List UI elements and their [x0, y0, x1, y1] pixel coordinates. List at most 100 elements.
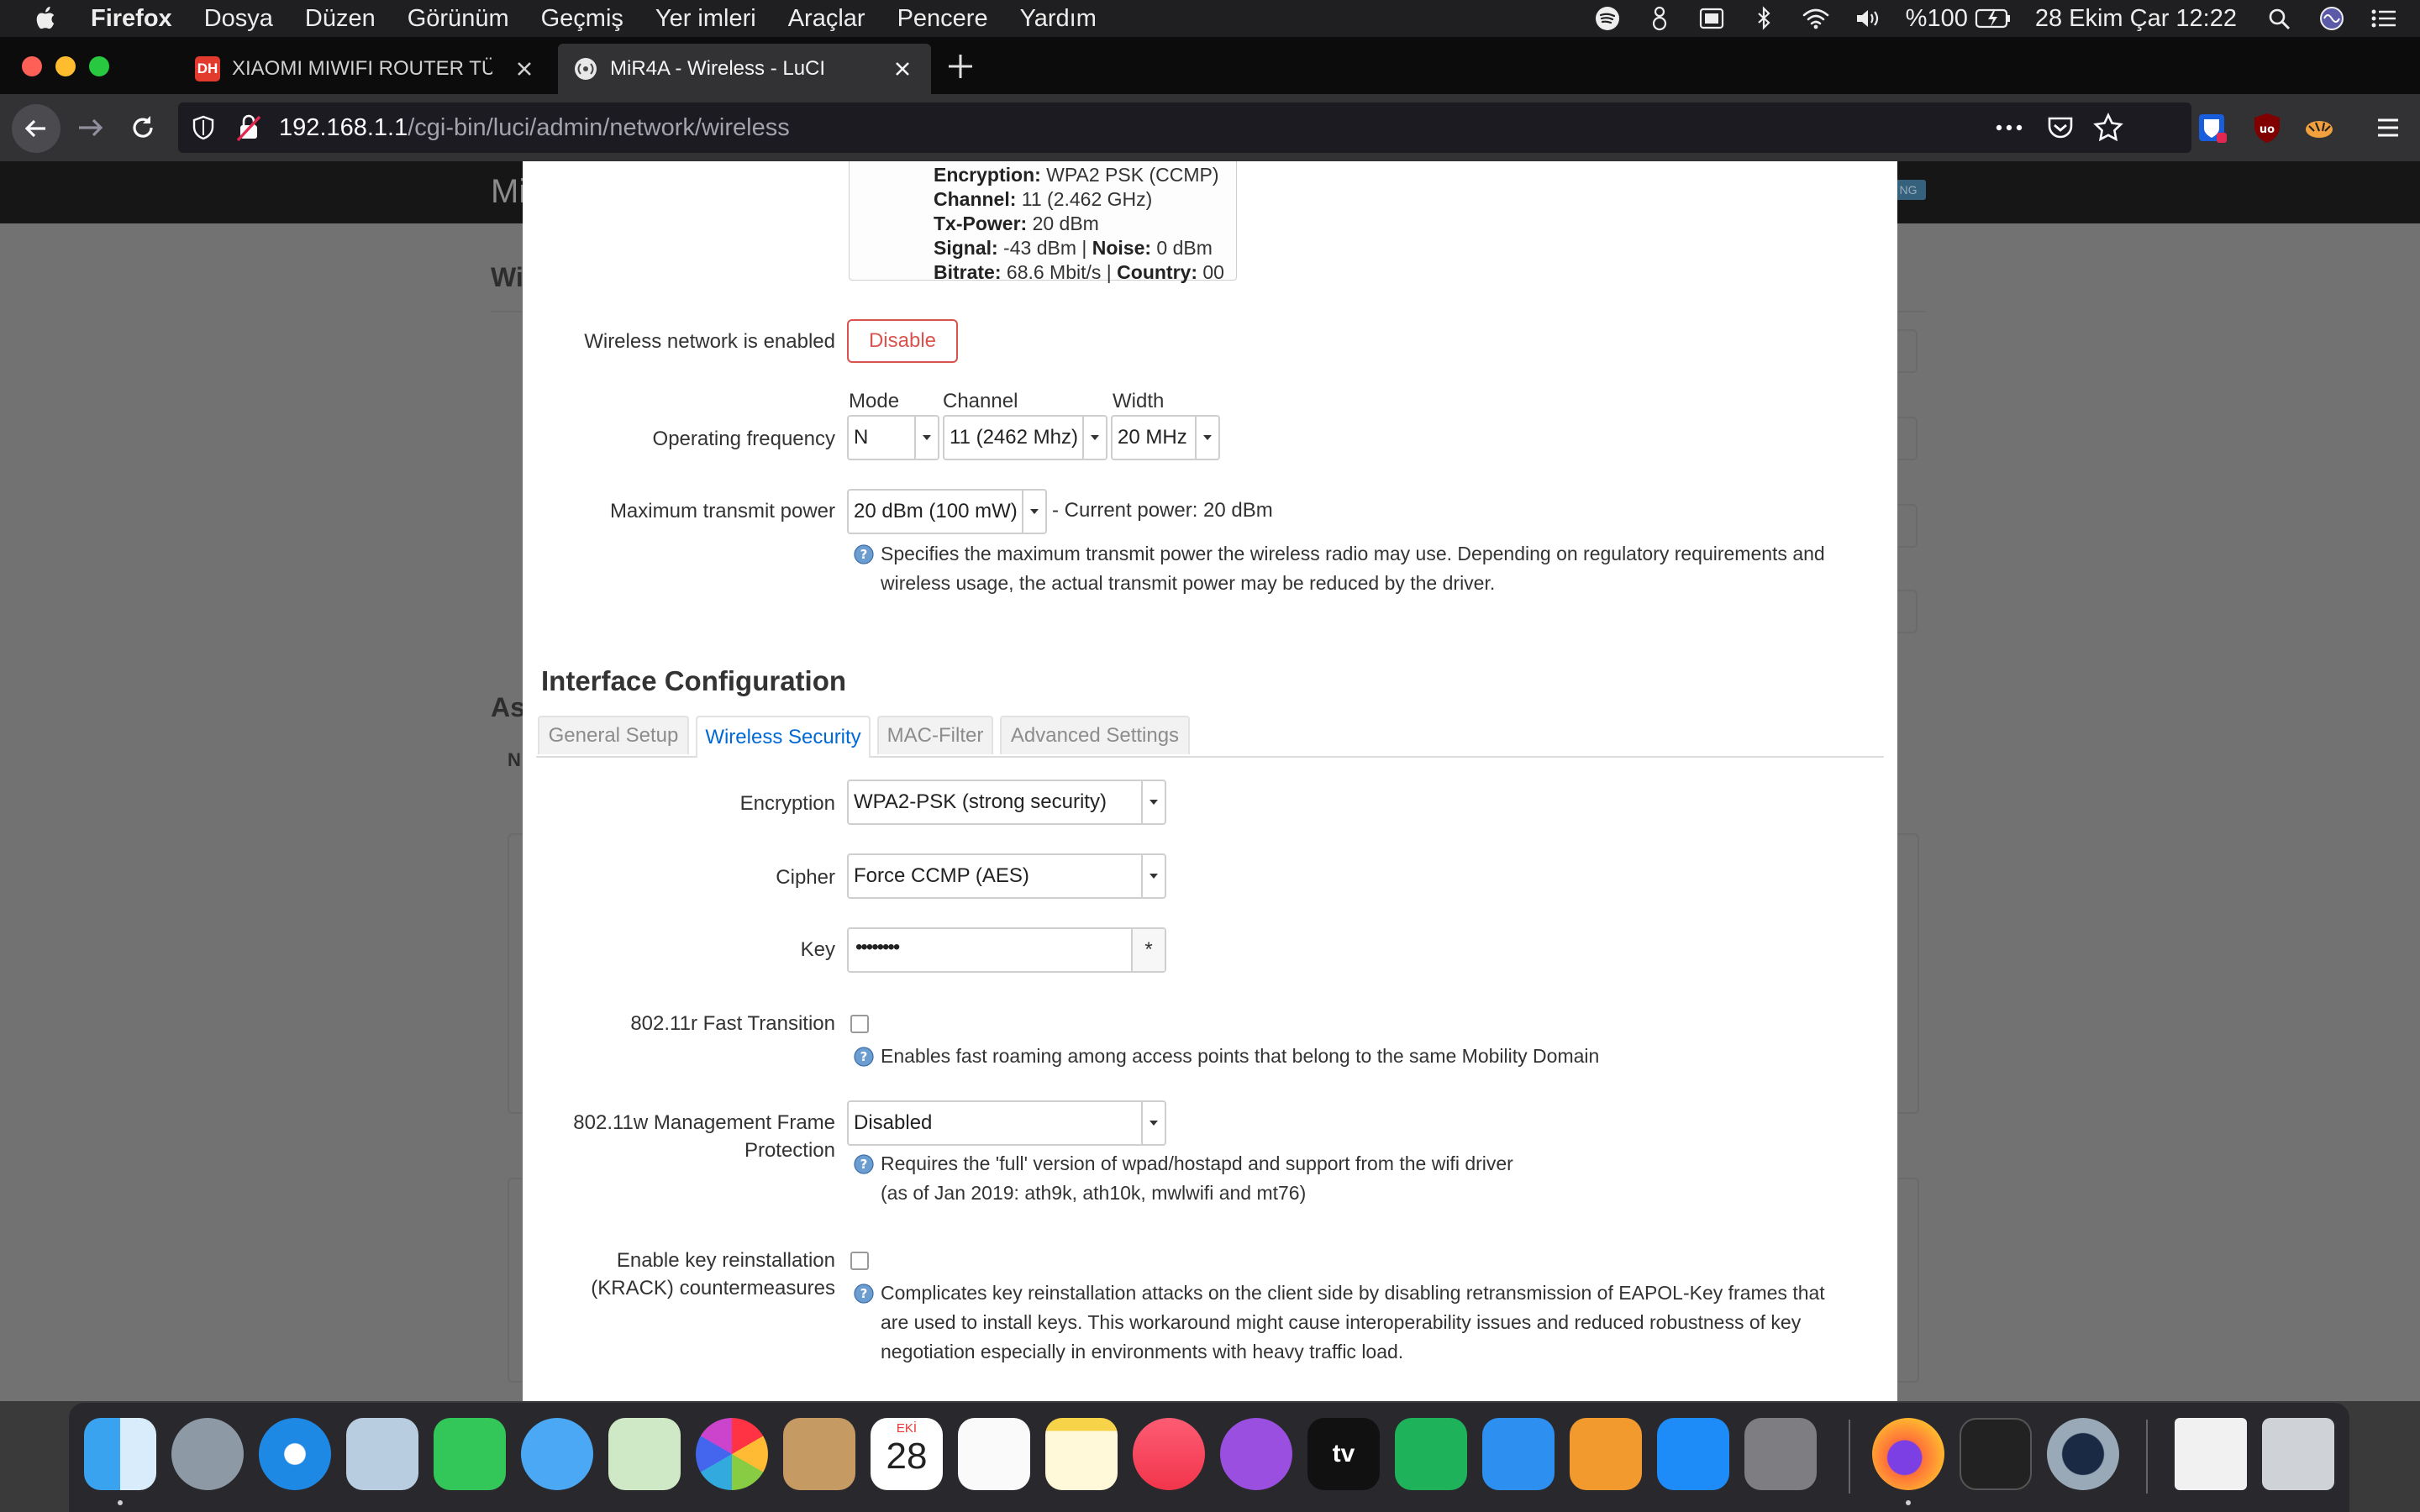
tab-advanced-settings[interactable]: Advanced Settings — [1000, 716, 1190, 754]
chevron-down-icon — [914, 417, 938, 459]
photos-icon[interactable] — [696, 1418, 768, 1490]
music-icon[interactable] — [1133, 1418, 1205, 1490]
reveal-password-button[interactable]: * — [1131, 929, 1165, 971]
channel-select[interactable]: 11 (2462 Mhz) — [943, 415, 1107, 460]
zoom-window-button[interactable] — [89, 56, 109, 76]
keynote-icon[interactable] — [1482, 1418, 1555, 1490]
address-bar[interactable]: 192.168.1.1/cgi-bin/luci/admin/network/w… — [178, 102, 2191, 153]
width-select[interactable]: 20 MHz — [1111, 415, 1220, 460]
maps-icon[interactable] — [608, 1418, 681, 1490]
menu-gecmis[interactable]: Geçmiş — [541, 5, 623, 33]
bookmark-star-icon[interactable] — [2092, 112, 2124, 144]
menu-gorunum[interactable]: Görünüm — [408, 5, 509, 33]
tab-mac-filter[interactable]: MAC-Filter — [877, 716, 993, 754]
siri-icon[interactable] — [2317, 6, 2346, 31]
channel-select-value: 11 (2462 Mhz) — [950, 426, 1078, 449]
cipher-select[interactable]: Force CCMP (AES) — [847, 853, 1166, 899]
quicktime-icon[interactable] — [2047, 1418, 2119, 1490]
mode-select[interactable]: N — [847, 415, 939, 460]
browser-tab-luci[interactable]: MiR4A - Wireless - LuCI — [558, 44, 931, 94]
status-signal: Signal: -43 dBm | Noise: 0 dBm — [934, 237, 1213, 259]
launchpad-icon[interactable] — [171, 1418, 244, 1490]
mfp-label-line: Protection — [744, 1139, 835, 1162]
svg-text:?: ? — [860, 1049, 868, 1064]
disable-wireless-button[interactable]: Disable — [847, 319, 958, 363]
bitwarden-extension-icon[interactable] — [2195, 111, 2228, 144]
tab-wireless-security[interactable]: Wireless Security — [696, 716, 871, 758]
contacts-icon[interactable] — [783, 1418, 855, 1490]
back-button[interactable] — [12, 104, 60, 153]
page-actions-menu-icon[interactable] — [1995, 118, 2023, 138]
krack-countermeasures-checkbox[interactable] — [850, 1252, 869, 1270]
encryption-select[interactable]: WPA2-PSK (strong security) — [847, 780, 1166, 825]
wifi-icon[interactable] — [1802, 6, 1830, 31]
extension-tiger-icon[interactable] — [2302, 111, 2336, 144]
fast-transition-label: 802.11r Fast Transition — [630, 1012, 835, 1035]
menu-duzen[interactable]: Düzen — [305, 5, 376, 33]
messages-icon[interactable] — [521, 1418, 593, 1490]
menu-dosya[interactable]: Dosya — [204, 5, 273, 33]
finder-icon[interactable] — [84, 1418, 156, 1490]
volume-icon[interactable] — [1854, 6, 1882, 31]
luci-brand: Mi — [491, 173, 527, 210]
key-input-value[interactable]: •••••••• — [855, 936, 900, 959]
safari-icon[interactable] — [259, 1418, 331, 1490]
browser-tab-xiaomi[interactable]: DH XIAOMI MIWIFI ROUTER TÜM M — [180, 44, 553, 94]
menu-araclar[interactable]: Araçlar — [788, 5, 865, 33]
close-tab-icon[interactable] — [511, 55, 538, 82]
donanimhaber-favicon-icon: DH — [195, 56, 220, 81]
pages-icon[interactable] — [1570, 1418, 1642, 1490]
terminal-icon[interactable] — [1960, 1418, 2032, 1490]
datetime[interactable]: 28 Ekim Çar 12:22 — [2035, 5, 2237, 33]
txpower-select[interactable]: 20 dBm (100 mW) — [847, 489, 1047, 534]
reminders-icon[interactable] — [958, 1418, 1030, 1490]
bartender-icon[interactable] — [1645, 6, 1674, 31]
mode-select-value: N — [854, 426, 869, 449]
insecure-lock-icon[interactable] — [235, 113, 262, 142]
battery-icon[interactable] — [1975, 6, 2012, 31]
apple-logo-icon[interactable] — [34, 6, 57, 31]
browser-toolbar: 192.168.1.1/cgi-bin/luci/admin/network/w… — [0, 94, 2420, 161]
mgmt-frame-protection-select[interactable]: Disabled — [847, 1100, 1166, 1146]
facetime-icon[interactable] — [434, 1418, 506, 1490]
spotlight-search-icon[interactable] — [2265, 6, 2294, 31]
notes-icon[interactable] — [1045, 1418, 1118, 1490]
ublock-origin-icon[interactable]: uo — [2250, 111, 2284, 144]
calendar-icon[interactable]: EKİ 28 — [871, 1418, 943, 1490]
notification-center-icon[interactable] — [2370, 6, 2398, 31]
menu-yardim[interactable]: Yardım — [1020, 5, 1097, 33]
menu-pencere[interactable]: Pencere — [897, 5, 988, 33]
menu-bar: Firefox Dosya Düzen Görünüm Geçmiş Yer i… — [0, 0, 2420, 37]
new-tab-icon[interactable] — [944, 50, 976, 82]
bluetooth-icon[interactable] — [1749, 6, 1778, 31]
tab-general-setup[interactable]: General Setup — [538, 716, 689, 754]
preview-icon[interactable] — [346, 1418, 418, 1490]
hamburger-menu-icon[interactable] — [2371, 111, 2405, 144]
system-preferences-icon[interactable] — [1744, 1418, 1817, 1490]
pocket-icon[interactable] — [2045, 113, 2075, 143]
documents-folder-icon[interactable] — [2175, 1418, 2247, 1490]
app-store-icon[interactable] — [1657, 1418, 1729, 1490]
forward-arrow-icon[interactable] — [72, 109, 109, 146]
help-icon: ? — [854, 1047, 874, 1067]
mfp-select-value: Disabled — [854, 1111, 933, 1134]
trash-icon[interactable] — [2262, 1418, 2334, 1490]
close-window-button[interactable] — [22, 56, 42, 76]
menu-yer-imleri[interactable]: Yer imleri — [655, 5, 756, 33]
tracking-protection-shield-icon[interactable] — [190, 114, 217, 141]
key-password-field[interactable]: •••••••• * — [847, 927, 1166, 973]
podcasts-icon[interactable] — [1220, 1418, 1292, 1490]
minimize-window-button[interactable] — [55, 56, 76, 76]
menu-app-firefox[interactable]: Firefox — [91, 5, 172, 33]
numbers-icon[interactable] — [1395, 1418, 1467, 1490]
display-icon[interactable] — [1697, 6, 1726, 31]
firefox-icon[interactable] — [1872, 1418, 1944, 1490]
reload-icon[interactable] — [124, 109, 161, 146]
spotify-icon[interactable] — [1593, 6, 1622, 31]
apple-tv-icon[interactable]: tv — [1307, 1418, 1380, 1490]
close-tab-icon[interactable] — [889, 55, 916, 82]
calendar-month: EKİ — [896, 1421, 918, 1436]
battery-percent[interactable]: %100 — [1906, 5, 1968, 33]
fast-transition-checkbox[interactable] — [850, 1015, 869, 1033]
mode-label: Mode — [849, 390, 900, 412]
